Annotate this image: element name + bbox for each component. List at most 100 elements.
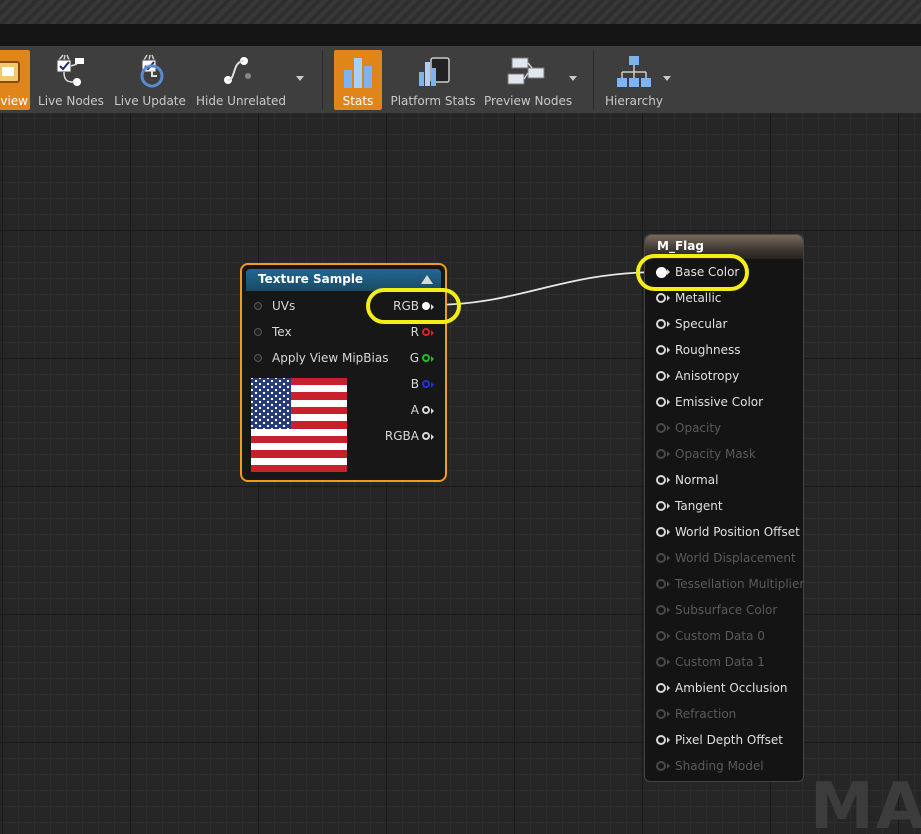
collapse-arrow-icon[interactable] [421,275,433,284]
pin-arrow-icon [667,581,670,587]
pin-circle-icon[interactable] [422,432,430,440]
pin-label: World Displacement [675,551,796,565]
pin-circle-icon[interactable] [656,397,666,407]
input-pin-uvs[interactable]: UVs [254,298,374,316]
pin-label: Ambient Occlusion [675,681,788,695]
preview-nodes-button[interactable]: Preview Nodes [484,50,572,110]
pin-label: Roughness [675,343,741,357]
pin-circle-icon[interactable] [422,406,430,414]
pin-arrow-icon [667,373,670,379]
output-pin-b[interactable]: B [372,376,442,394]
output-pin-g[interactable]: G [372,350,442,368]
toolbar-separator [322,50,323,110]
preview-label: view [0,94,28,108]
live-nodes-label: Live Nodes [38,94,104,108]
preview-button[interactable]: view [0,50,30,110]
pin-circle-icon[interactable] [656,293,666,303]
pin-label: Custom Data 0 [675,629,765,643]
pin-arrow-icon [667,659,670,665]
pin-label: Opacity Mask [675,447,756,461]
pin-circle-icon[interactable] [254,328,262,336]
pin-circle-icon[interactable] [254,354,262,362]
pin-circle-icon[interactable] [422,380,430,388]
pin-arrow-icon [667,451,670,457]
pin-circle-icon [656,761,666,771]
input-pin-custom-data-0: Custom Data 0 [645,628,803,646]
hierarchy-label: Hierarchy [604,94,663,108]
pin-label: UVs [272,299,296,313]
pin-arrow-icon [667,477,670,483]
pin-label: Normal [675,473,719,487]
pin-circle-icon[interactable] [656,475,666,485]
pin-circle-icon[interactable] [656,371,666,381]
input-pin-subsurface-color: Subsurface Color [645,602,803,620]
pin-circle-icon[interactable] [656,683,666,693]
preview-nodes-dropdown-icon[interactable] [569,76,577,81]
pin-circle-icon [656,423,666,433]
pin-circle-icon[interactable] [656,501,666,511]
input-pin-anisotropy[interactable]: Anisotropy [645,368,803,386]
pin-arrow-icon [667,347,670,353]
pin-circle-icon[interactable] [656,527,666,537]
input-pin-roughness[interactable]: Roughness [645,342,803,360]
input-pin-pixel-depth-offset[interactable]: Pixel Depth Offset [645,732,803,750]
pin-arrow-icon [667,555,670,561]
pin-label: Pixel Depth Offset [675,733,783,747]
live-nodes-button[interactable]: Live Nodes [38,50,104,110]
highlight-base-color-input [636,254,749,291]
toolbar-separator [593,50,594,110]
stats-button[interactable]: Stats [334,50,382,110]
pin-circle-icon[interactable] [422,354,430,362]
pin-label: Anisotropy [675,369,740,383]
pin-label: Specular [675,317,728,331]
texture-sample-title: Texture Sample [258,272,364,286]
pin-label: Tessellation Multiplier [675,577,805,591]
pin-circle-icon[interactable] [656,319,666,329]
pin-label: Refraction [675,707,737,721]
hide-unrelated-label: Hide Unrelated [196,94,287,108]
pin-arrow-icon [431,434,434,440]
pin-arrow-icon [431,382,434,388]
output-pin-a[interactable]: A [372,402,442,420]
pin-label: R [410,325,419,339]
hierarchy-button[interactable]: Hierarchy [602,50,666,110]
pin-arrow-icon [667,321,670,327]
pin-label: Tex [272,325,292,339]
hierarchy-dropdown-icon[interactable] [663,76,671,81]
pin-arrow-icon [667,503,670,509]
input-pin-ambient-occlusion[interactable]: Ambient Occlusion [645,680,803,698]
live-update-button[interactable]: Live Update [114,50,186,110]
pin-circle-icon [656,709,666,719]
input-pin-apply-view-mipbias[interactable]: Apply View MipBias [254,350,388,368]
platform-stats-button[interactable]: Platform Stats [390,50,476,110]
material-result-node[interactable]: M_Flag Base Color Metallic Specular Roughne… [644,234,804,782]
pin-label: Custom Data 1 [675,655,765,669]
pin-arrow-icon [431,330,434,336]
input-pin-specular[interactable]: Specular [645,316,803,334]
pin-label: Shading Model [675,759,764,773]
input-pin-tangent[interactable]: Tangent [645,498,803,516]
rgb-to-base-color-wire[interactable] [431,271,662,306]
hide-unrelated-dropdown-icon[interactable] [296,76,304,81]
input-pin-normal[interactable]: Normal [645,472,803,490]
pin-circle-icon [656,553,666,563]
toolbar: view Live Nodes Live Update Hide Unrelat… [0,46,921,114]
pin-circle-icon[interactable] [254,302,262,310]
input-pin-metallic[interactable]: Metallic [645,290,803,308]
output-pin-rgba[interactable]: RGBA [372,428,442,446]
pin-circle-icon[interactable] [656,345,666,355]
live-nodes-icon [38,52,104,92]
output-pin-r[interactable]: R [372,324,442,342]
hide-unrelated-icon [196,52,280,92]
preview-nodes-icon [484,52,568,92]
input-pin-emissive-color[interactable]: Emissive Color [645,394,803,412]
pin-arrow-icon [667,607,670,613]
input-pin-world-position-offset[interactable]: World Position Offset [645,524,803,542]
hide-unrelated-button[interactable]: Hide Unrelated [196,50,287,110]
pin-circle-icon[interactable] [656,735,666,745]
material-node-title: M_Flag [657,239,704,253]
pin-label: Apply View MipBias [272,351,389,365]
input-pin-refraction: Refraction [645,706,803,724]
pin-circle-icon[interactable] [422,328,430,336]
input-pin-tex[interactable]: Tex [254,324,374,342]
